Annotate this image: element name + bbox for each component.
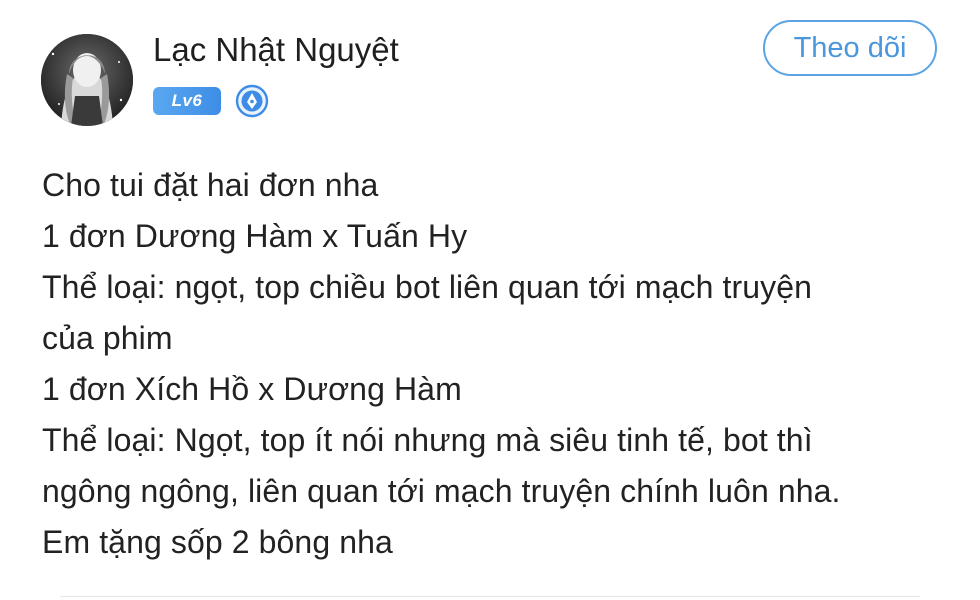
author-avatar[interactable] bbox=[41, 34, 133, 126]
post-card: Lạc Nhật Nguyệt Lv6 Theo dõi Cho tui đặt… bbox=[0, 0, 980, 600]
author-badges: Lv6 bbox=[153, 84, 269, 118]
post-line: Cho tui đặt hai đơn nha bbox=[42, 167, 379, 203]
post-line: Thể loại: Ngọt, top ít nói nhưng mà siêu… bbox=[42, 422, 813, 458]
post-line: Thể loại: ngọt, top chiều bot liên quan … bbox=[42, 269, 813, 305]
post-line: 1 đơn Xích Hồ x Dương Hàm bbox=[42, 371, 462, 407]
post-line: Em tặng sốp 2 bông nha bbox=[42, 524, 393, 560]
level-badge: Lv6 bbox=[153, 87, 221, 115]
post-content: Cho tui đặt hai đơn nha 1 đơn Dương Hàm … bbox=[42, 160, 942, 568]
post-line: của phim bbox=[42, 320, 173, 356]
follow-button[interactable]: Theo dõi bbox=[763, 20, 937, 76]
divider bbox=[60, 596, 920, 597]
post-line: 1 đơn Dương Hàm x Tuấn Hy bbox=[42, 218, 468, 254]
author-name[interactable]: Lạc Nhật Nguyệt bbox=[153, 28, 399, 72]
post-line: ngông ngông, liên quan tới mạch truyện c… bbox=[42, 473, 841, 509]
avatar-portrait-icon bbox=[41, 34, 133, 126]
verified-pen-icon bbox=[235, 84, 269, 118]
